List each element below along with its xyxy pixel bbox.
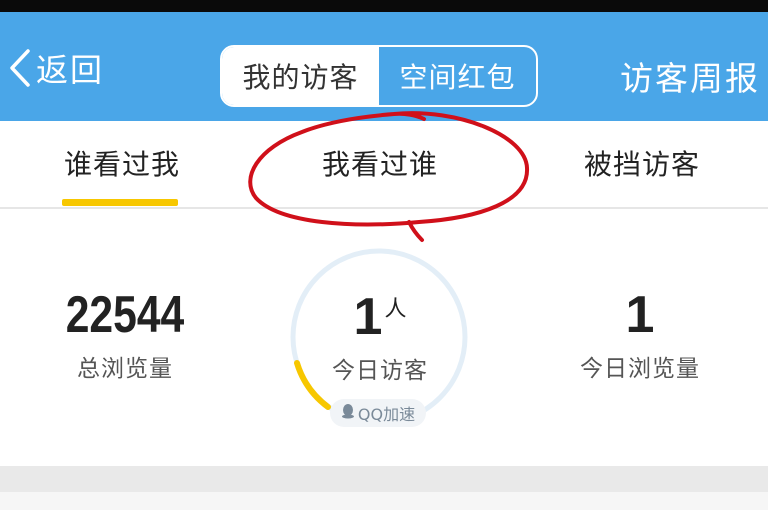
qq-penguin-icon <box>341 403 358 423</box>
back-button[interactable]: 返回 <box>8 48 105 89</box>
today-views-stat: 1 今日浏览量 <box>560 285 720 383</box>
today-views-value: 1 <box>625 286 655 344</box>
today-visitors-label: 今日访客 <box>332 358 428 384</box>
tab-blocked-visitors[interactable]: 被挡访客 <box>584 143 700 183</box>
active-tab-indicator <box>62 199 178 206</box>
today-views-label: 今日浏览量 <box>580 356 700 382</box>
total-views-value: 22544 <box>65 286 185 344</box>
qq-accelerate-badge[interactable]: QQ加速 <box>330 399 426 427</box>
tab-bar: 谁看过我 我看过谁 被挡访客 <box>0 121 768 209</box>
total-views-stat: 22544 总浏览量 <box>40 285 210 383</box>
segment-my-visitors[interactable]: 我的访客 <box>222 47 379 105</box>
status-bar <box>0 0 768 12</box>
segment-space-red-packet[interactable]: 空间红包 <box>379 47 536 105</box>
today-visitors-value: 1 <box>353 288 383 346</box>
total-views-label: 总浏览量 <box>77 356 173 382</box>
chevron-left-icon <box>8 48 32 88</box>
qq-accelerate-label: QQ加速 <box>357 405 416 424</box>
back-label: 返回 <box>36 51 105 89</box>
section-divider <box>0 466 768 510</box>
weekly-report-link[interactable]: 访客周报 <box>620 52 760 100</box>
today-visitors-stat: 1 人 今日访客 <box>300 287 460 385</box>
nav-bar: 返回 我的访客 空间红包 访客周报 <box>0 12 768 121</box>
tab-who-viewed-me[interactable]: 谁看过我 <box>64 143 180 183</box>
segmented-control: 我的访客 空间红包 <box>220 45 538 107</box>
today-visitors-unit: 人 <box>384 297 407 322</box>
tab-who-i-viewed[interactable]: 我看过谁 <box>322 143 438 183</box>
